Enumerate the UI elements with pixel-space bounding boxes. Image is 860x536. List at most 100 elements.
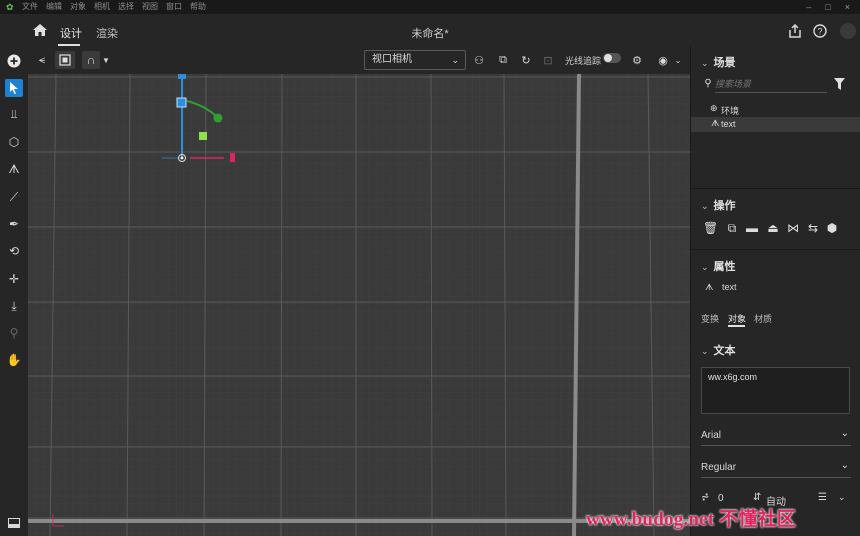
- chevron-down-icon[interactable]: ⌄: [838, 492, 846, 503]
- zoom-icon: ⚲: [9, 326, 19, 340]
- rotate-icon: ⟲: [8, 244, 20, 258]
- delete-icon[interactable]: 🗑: [703, 221, 718, 235]
- frame-icon: ⪪: [38, 53, 46, 66]
- camera-select[interactable]: 视口相机 ⌄: [364, 50, 466, 70]
- render-settings-button[interactable]: ⚙: [629, 51, 645, 69]
- operations-section-header[interactable]: ⌄ 操作: [701, 197, 736, 213]
- app-logo-icon: ✿: [6, 2, 14, 12]
- primitive-tool[interactable]: ⬡: [5, 133, 23, 151]
- menu-edit[interactable]: 编辑: [46, 0, 62, 14]
- magnet-button[interactable]: ∩: [82, 51, 100, 69]
- scene-search-input[interactable]: [715, 76, 827, 93]
- text-object-tool[interactable]: ᗑ: [5, 160, 23, 178]
- menu-object[interactable]: 对象: [70, 0, 86, 14]
- move-icon: ✛: [8, 272, 20, 286]
- watermark: www.budog.net 不懂社区: [586, 509, 796, 530]
- visibility-options-dropdown[interactable]: ⌄: [673, 51, 683, 69]
- properties-section-header[interactable]: ⌄ 属性: [701, 258, 736, 274]
- folder-icon[interactable]: ▬: [745, 221, 759, 235]
- pen-icon: ✒: [8, 217, 20, 231]
- chevron-down-icon: ⌄: [701, 262, 709, 272]
- camera-add-button[interactable]: ⚇: [471, 51, 487, 69]
- svg-text:?: ?: [817, 27, 822, 37]
- render-settings-icon: ⚙: [632, 54, 642, 67]
- window-controls: – □ ×: [806, 2, 850, 12]
- menu-view[interactable]: 视图: [142, 0, 158, 14]
- select-tool[interactable]: [5, 79, 23, 97]
- menu-select[interactable]: 选择: [118, 0, 134, 14]
- tab-object[interactable]: 对象: [728, 312, 746, 325]
- scene-section-title: 场景: [713, 57, 736, 69]
- scene-section-header[interactable]: ⌄ 场景: [701, 54, 736, 70]
- tab-transform[interactable]: 变换: [701, 312, 719, 325]
- move-tool[interactable]: ✛: [5, 270, 23, 288]
- frame-button[interactable]: ⪪: [34, 51, 50, 69]
- snap-grid-button[interactable]: [55, 51, 75, 69]
- text-section-title: 文本: [713, 345, 736, 357]
- swap-icon[interactable]: ⇆: [806, 221, 820, 235]
- align-tool[interactable]: ⫫: [5, 105, 23, 123]
- camera-reset-icon: ↻: [521, 54, 531, 67]
- chevron-down-icon: ⌄: [701, 201, 709, 211]
- snap-options-dropdown[interactable]: ▼: [101, 51, 111, 69]
- left-toolbar: ⫫ ⬡ ᗑ ⟋ ✒ ⟲ ✛ ⤓ ⚲ ✋: [0, 46, 28, 536]
- mirror-icon[interactable]: ⋈: [786, 221, 800, 235]
- close-button[interactable]: ×: [845, 2, 850, 12]
- text-section-header[interactable]: ⌄ 文本: [701, 342, 736, 358]
- filter-icon[interactable]: [834, 78, 845, 90]
- pan-tool[interactable]: ✋: [5, 351, 23, 369]
- align-text-icon[interactable]: ☰: [818, 492, 827, 503]
- drop-to-ground-icon[interactable]: ⏏: [766, 221, 780, 235]
- magic-tool[interactable]: ⟋: [5, 188, 23, 206]
- magnet-icon: ∩: [86, 53, 96, 67]
- scene-item-label: text: [721, 119, 736, 129]
- group-object-icon[interactable]: ⬢: [825, 221, 839, 235]
- chevron-down-icon: ⌄: [451, 55, 459, 65]
- document-title: 未命名*: [411, 28, 449, 40]
- panel-toggle-button[interactable]: [5, 514, 23, 532]
- camera-select-value: 视口相机: [372, 54, 412, 65]
- title-bar: 设计 渲染 未命名* ?: [0, 14, 860, 46]
- font-style-value: Regular: [701, 462, 737, 473]
- rotate-tool[interactable]: ⟲: [5, 242, 23, 260]
- menu-help[interactable]: 帮助: [190, 0, 206, 14]
- scene-item-environment[interactable]: ⊕ 环境: [691, 102, 860, 117]
- avatar[interactable]: [840, 23, 856, 39]
- zoom-tool[interactable]: ⚲: [5, 324, 23, 342]
- cursor-icon: [10, 82, 18, 94]
- menu-window[interactable]: 窗口: [166, 0, 182, 14]
- maximize-button[interactable]: □: [825, 2, 830, 12]
- duplicate-icon[interactable]: ⧉: [725, 221, 739, 235]
- 3d-viewport[interactable]: [28, 74, 690, 536]
- camera-copy-button[interactable]: ⧉: [495, 51, 511, 69]
- chevron-down-icon: ⌄: [701, 346, 709, 356]
- menu-camera[interactable]: 相机: [94, 0, 110, 14]
- share-icon[interactable]: [788, 24, 802, 38]
- magic-wand-icon: ⟋: [9, 189, 19, 204]
- plus-circle-icon: [7, 54, 21, 68]
- tab-material[interactable]: 材质: [754, 312, 772, 325]
- toggle-knob: [604, 54, 612, 62]
- chevron-down-icon: ▼: [102, 55, 110, 65]
- camera-reset-button[interactable]: ↻: [518, 51, 534, 69]
- scene-item-text[interactable]: ᗑ text: [691, 117, 860, 132]
- drop-to-ground-icon: ⤓: [11, 298, 17, 313]
- camera-disabled-button[interactable]: ⊡: [540, 51, 556, 69]
- scene-item-label: 环境: [721, 106, 740, 116]
- visibility-button[interactable]: ◉: [656, 51, 670, 69]
- drop-tool[interactable]: ⤓: [5, 297, 23, 315]
- minimize-button[interactable]: –: [806, 2, 811, 12]
- menu-file[interactable]: 文件: [22, 0, 38, 14]
- operations-section-title: 操作: [713, 200, 736, 212]
- tracking-value[interactable]: 0: [718, 493, 724, 504]
- pen-tool[interactable]: ✒: [5, 215, 23, 233]
- camera-add-icon: ⚇: [474, 54, 484, 67]
- font-family-select[interactable]: Arial ⌄: [701, 426, 851, 446]
- font-style-select[interactable]: Regular ⌄: [701, 458, 851, 478]
- raytrace-toggle[interactable]: [603, 53, 621, 63]
- help-icon[interactable]: ?: [813, 24, 827, 38]
- text-content-input[interactable]: ww.x6g.com: [701, 367, 850, 414]
- add-object-button[interactable]: [5, 52, 23, 70]
- object-name: text: [722, 282, 737, 292]
- search-icon: ⚲: [704, 78, 712, 89]
